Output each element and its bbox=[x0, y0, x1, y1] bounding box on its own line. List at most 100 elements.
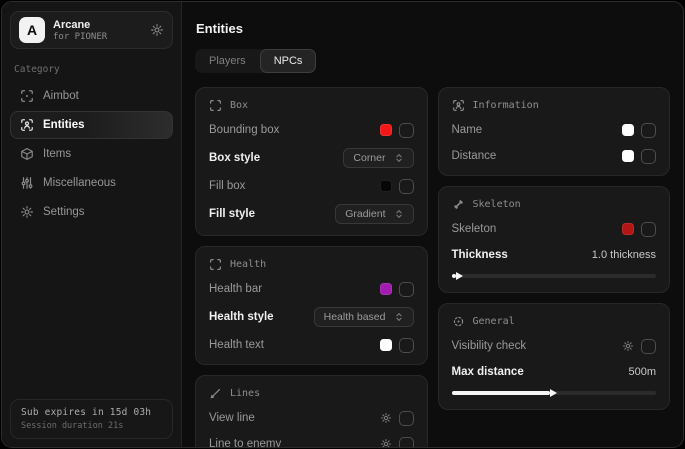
setting-label: Name bbox=[452, 124, 483, 136]
tab-bar: Players NPCs bbox=[195, 49, 316, 73]
card-title: Lines bbox=[230, 388, 260, 399]
setting-row: Health style Health based bbox=[209, 307, 414, 327]
card-title: Health bbox=[230, 259, 266, 270]
card-title: Box bbox=[230, 100, 248, 111]
setting-row: View line bbox=[209, 410, 414, 426]
setting-row: Thickness 1.0 thickness bbox=[452, 247, 657, 263]
setting-row: Fill style Gradient bbox=[209, 204, 414, 224]
setting-label: Health text bbox=[209, 339, 264, 351]
checkbox[interactable] bbox=[399, 179, 414, 194]
health-style-dropdown[interactable]: Health based bbox=[314, 307, 414, 327]
checkbox[interactable] bbox=[641, 222, 656, 237]
dropdown-value: Gradient bbox=[345, 208, 385, 220]
main-panel: Entities Players NPCs Box bbox=[182, 2, 683, 447]
information-card: Information Name Distance bbox=[438, 87, 671, 176]
sidebar-item-label: Items bbox=[43, 148, 71, 160]
color-swatch[interactable] bbox=[622, 124, 634, 136]
setting-row: Max distance 500m bbox=[452, 364, 657, 380]
box-card: Box Bounding box Box style Corner bbox=[195, 87, 428, 236]
sidebar-item-label: Entities bbox=[43, 119, 85, 131]
checkbox[interactable] bbox=[399, 123, 414, 138]
checkbox[interactable] bbox=[399, 437, 414, 448]
brand-text: Arcane for PIONER bbox=[53, 19, 107, 42]
entities-icon bbox=[20, 118, 34, 132]
config-gear-icon[interactable] bbox=[380, 438, 392, 447]
brand-subtitle: for PIONER bbox=[53, 32, 107, 42]
checkbox[interactable] bbox=[641, 339, 656, 354]
checkbox[interactable] bbox=[399, 411, 414, 426]
color-swatch[interactable] bbox=[622, 223, 634, 235]
max-distance-slider[interactable] bbox=[452, 391, 657, 395]
information-card-header: Information bbox=[452, 99, 657, 112]
setting-label: Bounding box bbox=[209, 124, 279, 136]
checkbox[interactable] bbox=[399, 338, 414, 353]
sidebar-item-aimbot[interactable]: Aimbot bbox=[10, 82, 173, 110]
setting-label: Distance bbox=[452, 150, 497, 162]
dropdown-value: Corner bbox=[353, 152, 385, 164]
session-duration-text: Session duration 21s bbox=[21, 421, 162, 431]
setting-row: Skeleton bbox=[452, 221, 657, 237]
gear-icon[interactable] bbox=[150, 23, 164, 37]
app-window: A Arcane for PIONER Category bbox=[1, 1, 684, 448]
brackets-icon bbox=[209, 258, 222, 271]
tab-players[interactable]: Players bbox=[195, 49, 260, 73]
brand-logo: A bbox=[19, 17, 45, 43]
sidebar: A Arcane for PIONER Category bbox=[2, 2, 182, 447]
chevron-up-down-icon bbox=[394, 312, 404, 322]
card-title: Information bbox=[473, 100, 539, 111]
box-style-dropdown[interactable]: Corner bbox=[343, 148, 413, 168]
setting-row: Visibility check bbox=[452, 338, 657, 354]
brand-name: Arcane bbox=[53, 19, 107, 31]
bone-icon bbox=[452, 198, 465, 211]
color-swatch[interactable] bbox=[380, 124, 392, 136]
setting-label: Visibility check bbox=[452, 340, 527, 352]
card-title: Skeleton bbox=[473, 199, 521, 210]
checkbox[interactable] bbox=[641, 149, 656, 164]
setting-label: Health style bbox=[209, 311, 274, 323]
health-card-header: Health bbox=[209, 258, 414, 271]
sidebar-nav: Aimbot Entities Items bbox=[10, 82, 173, 226]
items-icon bbox=[20, 147, 34, 161]
setting-label: Health bar bbox=[209, 283, 262, 295]
settings-grid: Box Bounding box Box style Corner bbox=[195, 87, 670, 447]
color-swatch[interactable] bbox=[622, 150, 634, 162]
setting-label: Box style bbox=[209, 152, 260, 164]
fill-style-dropdown[interactable]: Gradient bbox=[335, 204, 413, 224]
color-swatch[interactable] bbox=[380, 339, 392, 351]
config-gear-icon[interactable] bbox=[622, 340, 634, 352]
checkbox[interactable] bbox=[399, 282, 414, 297]
thickness-value: 1.0 thickness bbox=[592, 249, 656, 261]
checkbox[interactable] bbox=[641, 123, 656, 138]
left-column: Box Bounding box Box style Corner bbox=[195, 87, 428, 447]
person-scan-icon bbox=[452, 99, 465, 112]
setting-label: Fill box bbox=[209, 180, 245, 192]
lines-card: Lines View line bbox=[195, 375, 428, 447]
card-title: General bbox=[473, 316, 515, 327]
slider-fill bbox=[452, 274, 456, 278]
sidebar-item-entities[interactable]: Entities bbox=[10, 111, 173, 139]
setting-label: Skeleton bbox=[452, 223, 497, 235]
tab-npcs[interactable]: NPCs bbox=[260, 49, 317, 73]
brackets-icon bbox=[209, 99, 222, 112]
config-gear-icon[interactable] bbox=[380, 412, 392, 424]
general-card: General Visibility check bbox=[438, 303, 671, 410]
general-card-header: General bbox=[452, 315, 657, 328]
max-distance-value: 500m bbox=[628, 366, 656, 378]
setting-label: Line to enemy bbox=[209, 438, 281, 447]
sidebar-item-miscellaneous[interactable]: Miscellaneous bbox=[10, 169, 173, 197]
settings-gear-icon bbox=[20, 205, 34, 219]
sidebar-item-items[interactable]: Items bbox=[10, 140, 173, 168]
brand-card: A Arcane for PIONER bbox=[10, 11, 173, 49]
thickness-slider[interactable] bbox=[452, 274, 657, 278]
setting-row: Bounding box bbox=[209, 122, 414, 138]
slider-fill bbox=[452, 391, 550, 395]
setting-label: View line bbox=[209, 412, 255, 424]
health-card: Health Health bar Health style Health ba… bbox=[195, 246, 428, 365]
color-swatch[interactable] bbox=[380, 180, 392, 192]
sidebar-item-settings[interactable]: Settings bbox=[10, 198, 173, 226]
right-column: Information Name Distance bbox=[438, 87, 671, 410]
chevron-up-down-icon bbox=[394, 209, 404, 219]
chevron-up-down-icon bbox=[394, 153, 404, 163]
color-swatch[interactable] bbox=[380, 283, 392, 295]
sidebar-item-label: Aimbot bbox=[43, 90, 79, 102]
